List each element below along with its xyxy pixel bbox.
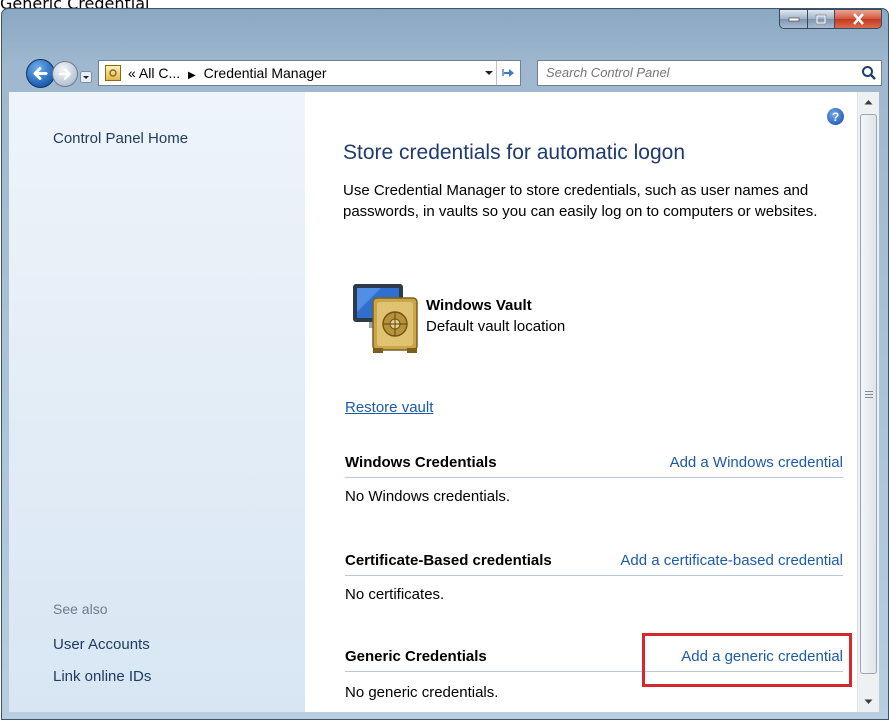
add-certificate-credential-link[interactable]: Add a certificate-based credential <box>620 552 843 569</box>
add-windows-credential-link[interactable]: Add a Windows credential <box>670 454 843 471</box>
windows-credentials-header: Windows Credentials Add a Windows creden… <box>345 450 843 478</box>
close-icon <box>852 13 864 25</box>
address-dropdown-icon[interactable] <box>484 69 494 77</box>
certificate-credentials-header: Certificate-Based credentials Add a cert… <box>345 548 843 576</box>
section-title: Generic Credentials <box>345 648 487 665</box>
vertical-scrollbar[interactable] <box>857 92 879 712</box>
content-area: Control Panel Home See also User Account… <box>9 92 879 712</box>
scroll-down-arrow-icon <box>864 699 873 704</box>
back-arrow-icon <box>33 67 48 80</box>
control-panel-icon <box>105 65 121 81</box>
highlight-box <box>642 633 852 687</box>
windows-credentials-empty: No Windows credentials. <box>345 488 511 505</box>
refresh-icon <box>501 69 514 77</box>
search-input[interactable] <box>546 65 846 80</box>
breadcrumb-item-credential-manager[interactable]: Credential Manager <box>204 65 327 81</box>
maximize-button[interactable] <box>808 9 835 29</box>
link-online-ids-link[interactable]: Link online IDs <box>53 668 151 685</box>
forward-arrow-icon <box>58 68 71 80</box>
scroll-up-button[interactable] <box>858 92 879 112</box>
close-button[interactable] <box>835 9 882 29</box>
scroll-up-arrow-icon <box>864 100 873 105</box>
chevron-down-icon <box>80 71 92 83</box>
search-box[interactable] <box>537 60 882 86</box>
minimize-icon <box>788 17 799 22</box>
left-navigation-pane: Control Panel Home See also User Account… <box>9 92 305 712</box>
refresh-button[interactable] <box>496 61 520 85</box>
breadcrumb-item-all-control-panel[interactable]: All C... <box>139 65 180 81</box>
forward-button[interactable] <box>52 61 78 87</box>
navigation-bar: « All C... ▶ Credential Manager <box>8 59 882 89</box>
minimize-button[interactable] <box>779 9 808 29</box>
scroll-down-button[interactable] <box>858 692 879 712</box>
restore-vault-link[interactable]: Restore vault <box>345 399 433 416</box>
page-description: Use Credential Manager to store credenti… <box>343 182 818 220</box>
section-title: Windows Credentials <box>345 454 497 471</box>
maximize-icon <box>815 14 827 24</box>
control-panel-home-link[interactable]: Control Panel Home <box>53 130 188 147</box>
windows-vault-icon[interactable] <box>351 278 423 356</box>
section-title: Certificate-Based credentials <box>345 552 552 569</box>
breadcrumb-overflow[interactable]: « <box>128 65 136 81</box>
page-title: Store credentials for automatic logon <box>343 141 686 164</box>
search-icon[interactable] <box>861 65 877 81</box>
vault-name[interactable]: Windows Vault <box>426 297 532 314</box>
vault-location: Default vault location <box>426 318 566 335</box>
back-button[interactable] <box>26 59 55 88</box>
main-pane: ? Store credentials for automatic logon … <box>305 92 857 712</box>
generic-credentials-empty: No generic credentials. <box>345 684 499 701</box>
certificates-empty: No certificates. <box>345 586 445 603</box>
scrollbar-thumb[interactable] <box>860 114 877 674</box>
see-also-label: See also <box>53 601 108 617</box>
help-icon[interactable]: ? <box>827 108 844 125</box>
breadcrumb-separator-icon[interactable]: ▶ <box>188 70 196 81</box>
scrollbar-grip-icon <box>865 391 873 400</box>
user-accounts-link[interactable]: User Accounts <box>53 636 150 653</box>
window-controls <box>779 9 882 29</box>
recent-pages-dropdown[interactable] <box>80 68 92 83</box>
address-bar[interactable]: « All C... ▶ Credential Manager <box>98 60 521 86</box>
